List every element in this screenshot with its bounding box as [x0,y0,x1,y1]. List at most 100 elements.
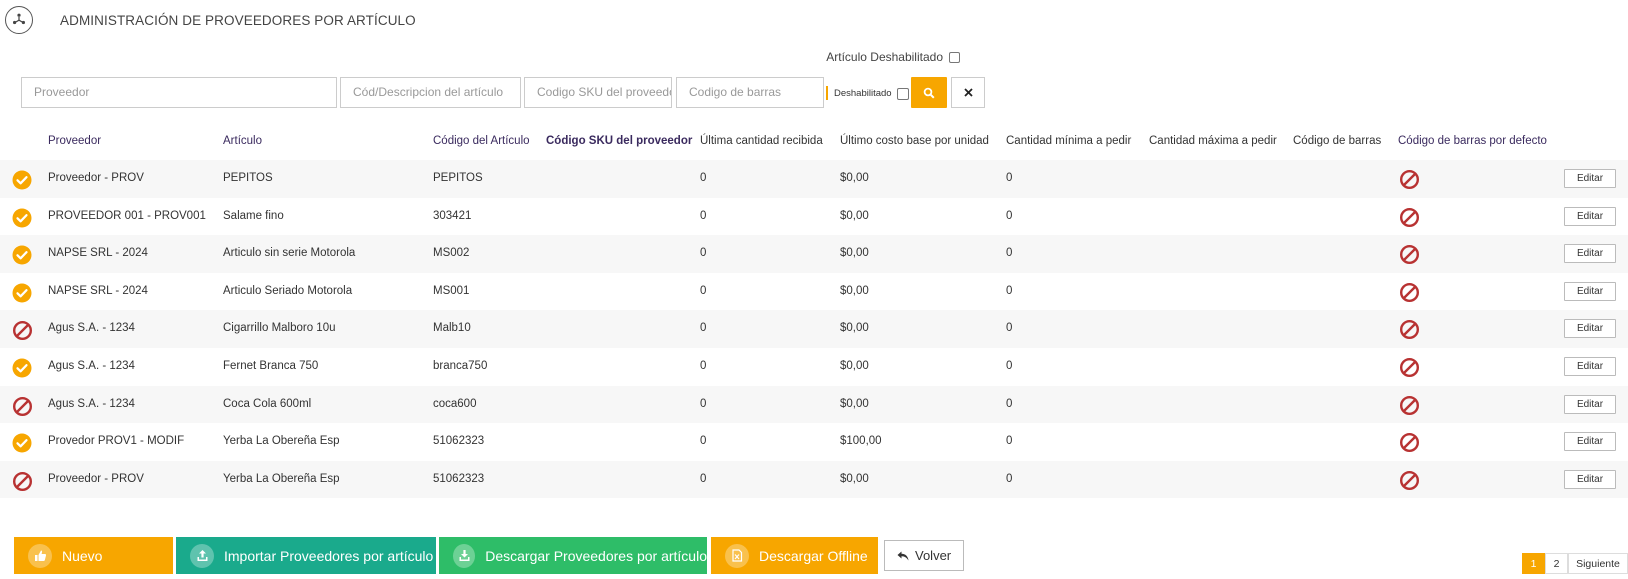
cell-articulo: Coca Cola 600ml [223,397,312,410]
cell-cant-min: 0 [1006,435,1013,448]
cell-ultima-cant: 0 [700,359,707,372]
search-button[interactable] [911,77,947,108]
cell-ultima-cant: 0 [700,472,707,485]
cell-codigo: 51062323 [433,472,485,485]
page-1-button[interactable]: 1 [1522,553,1545,574]
reply-arrow-icon [897,551,909,560]
thumbs-up-icon [28,543,52,568]
check-circle-icon [12,283,32,303]
table-row: Agus S.A. - 1234 Fernet Branca 750 branca7… [0,348,1628,386]
ban-icon [12,396,33,416]
editar-button[interactable]: Editar [1564,169,1616,188]
proveedores-table: Proveedor Artículo Código del Artículo C… [0,124,1628,499]
page-title: ADMINISTRACIÓN DE PROVEEDORES POR ARTÍCU… [60,13,416,28]
descargar-button[interactable]: Descargar Proveedores por artículo [439,537,707,574]
articulo-deshabilitado-label: Artículo Deshabilitado [826,50,943,64]
cell-codigo: MS002 [433,247,470,260]
cell-ultimo-costo: $0,00 [840,397,869,410]
cell-proveedor: Agus S.A. - 1234 [48,397,135,410]
editar-button[interactable]: Editar [1564,244,1616,264]
editar-button[interactable]: Editar [1564,469,1616,489]
importar-label: Importar Proveedores por artículo [224,547,434,564]
col-cantidad-maxima: Cantidad máxima a pedir [1149,135,1277,147]
cell-proveedor: Agus S.A. - 1234 [48,359,135,372]
cell-ultimo-costo: $0,00 [840,472,869,485]
check-circle-icon [12,208,32,228]
cell-codigo: branca750 [433,359,488,372]
search-icon [923,87,935,99]
nuevo-button[interactable]: Nuevo [14,537,173,574]
editar-button[interactable]: Editar [1564,206,1616,226]
ban-icon [1399,470,1420,491]
cell-cant-min: 0 [1006,247,1013,260]
sku-input[interactable]: Codigo SKU del proveedor [524,77,672,108]
table-row: Provedor PROV1 - MODIF Yerba La Obereña E… [0,423,1628,461]
ban-icon [12,471,33,491]
col-proveedor[interactable]: Proveedor [48,135,101,147]
next-page-button[interactable]: Siguiente [1568,553,1628,574]
check-circle-icon [12,170,32,190]
cell-proveedor: Proveedor - PROV [48,472,144,485]
table-row: Agus S.A. - 1234 Coca Cola 600ml coca600 0 $… [0,385,1628,424]
cell-ultimo-costo: $0,00 [840,209,869,222]
cell-codigo: MS001 [433,284,470,297]
cell-cant-min: 0 [1006,209,1013,222]
volver-button[interactable]: Volver [884,540,965,571]
cell-articulo: Fernet Branca 750 [223,359,319,372]
clear-button[interactable] [951,77,985,108]
descargar-offline-button[interactable]: Descargar Offline [711,537,878,574]
importar-button[interactable]: Importar Proveedores por artículo [176,537,436,574]
cell-ultimo-costo: $0,00 [840,359,869,372]
articulo-deshabilitado-checkbox[interactable] [949,51,960,63]
filter-divider [826,86,828,100]
cell-ultima-cant: 0 [700,247,707,260]
cell-ultima-cant: 0 [700,284,707,297]
articulo-input[interactable]: Cód/Descripcion del artículo [340,77,521,108]
page-2-button[interactable]: 2 [1545,553,1568,574]
cell-ultima-cant: 0 [700,209,707,222]
editar-button[interactable]: Editar [1564,281,1616,301]
cell-proveedor: Agus S.A. - 1234 [48,322,135,335]
ban-icon [1399,357,1420,378]
editar-button[interactable]: Editar [1564,394,1616,414]
col-sku[interactable]: Código SKU del proveedor [546,135,692,147]
cell-articulo: PEPITOS [223,172,273,184]
cell-ultima-cant: 0 [700,435,707,448]
proveedor-input[interactable]: Proveedor [21,77,337,108]
editar-button[interactable]: Editar [1564,319,1616,339]
cell-ultima-cant: 0 [700,172,707,184]
articulo-deshabilitado-filter: Artículo Deshabilitado [826,50,960,64]
app-logo-icon[interactable] [5,6,33,34]
excel-file-icon [725,543,749,568]
col-codigo-articulo[interactable]: Código del Artículo [433,135,530,147]
cell-ultimo-costo: $0,00 [840,322,869,335]
barcode-input[interactable]: Codigo de barras [676,77,824,108]
page-header: ADMINISTRACIÓN DE PROVEEDORES POR ARTÍCU… [0,0,1628,40]
table-row: Proveedor - PROV Yerba La Obereña Esp 5106… [0,460,1628,499]
ban-icon [1399,207,1420,228]
col-ultimo-costo: Último costo base por unidad [840,135,989,147]
cell-cant-min: 0 [1006,359,1013,372]
cell-articulo: Yerba La Obereña Esp [223,435,340,448]
col-codigo-barras-defecto[interactable]: Código de barras por defecto [1398,135,1547,147]
table-header: Proveedor Artículo Código del Artículo C… [0,124,1628,160]
cell-ultima-cant: 0 [700,397,707,410]
cell-ultimo-costo: $100,00 [840,435,882,448]
editar-button[interactable]: Editar [1564,356,1616,376]
cell-codigo: Malb10 [433,322,471,335]
deshabilitado-checkbox[interactable] [897,88,909,100]
cell-cant-min: 0 [1006,322,1013,335]
editar-button[interactable]: Editar [1564,432,1616,452]
table-row: Proveedor - PROV PEPITOS PEPITOS 0 $0,00 0 Edi… [0,160,1628,198]
cell-proveedor: PROVEEDOR 001 - PROV001 [48,209,206,222]
cell-articulo: Articulo Seriado Motorola [223,284,353,297]
col-articulo[interactable]: Artículo [223,135,262,147]
cell-ultima-cant: 0 [700,322,707,335]
download-icon [453,543,476,568]
cell-proveedor: Proveedor - PROV [48,172,144,184]
cell-ultimo-costo: $0,00 [840,247,869,260]
nuevo-label: Nuevo [62,547,103,564]
table-body: Proveedor - PROV PEPITOS PEPITOS 0 $0,00 0 Edi… [0,160,1628,499]
cell-ultimo-costo: $0,00 [840,284,869,297]
cell-cant-min: 0 [1006,397,1013,410]
